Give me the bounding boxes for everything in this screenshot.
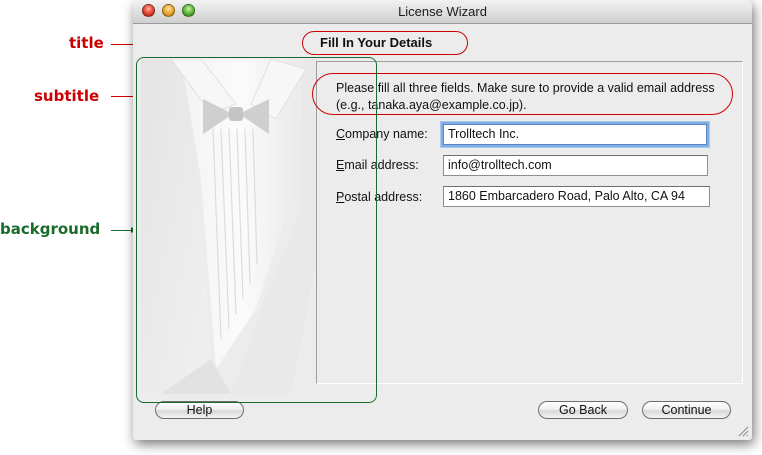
- help-button[interactable]: Help: [155, 401, 244, 419]
- resize-grip-icon[interactable]: [738, 426, 749, 437]
- background-highlight-box: [136, 57, 377, 403]
- title-highlight-oval: [302, 31, 468, 55]
- email-address-field[interactable]: info@trolltech.com: [443, 155, 708, 176]
- window-title: License Wizard: [398, 4, 487, 19]
- go-back-button[interactable]: Go Back: [538, 401, 628, 419]
- continue-button[interactable]: Continue: [642, 401, 731, 419]
- title-annotation-label: title: [69, 34, 104, 52]
- background-annotation-label: background: [0, 220, 101, 238]
- company-name-field[interactable]: Trolltech Inc.: [443, 124, 707, 145]
- postal-address-field[interactable]: 1860 Embarcadero Road, Palo Alto, CA 94: [443, 186, 710, 207]
- subtitle-annotation-label: subtitle: [34, 87, 100, 105]
- window-titlebar[interactable]: License Wizard: [133, 0, 752, 24]
